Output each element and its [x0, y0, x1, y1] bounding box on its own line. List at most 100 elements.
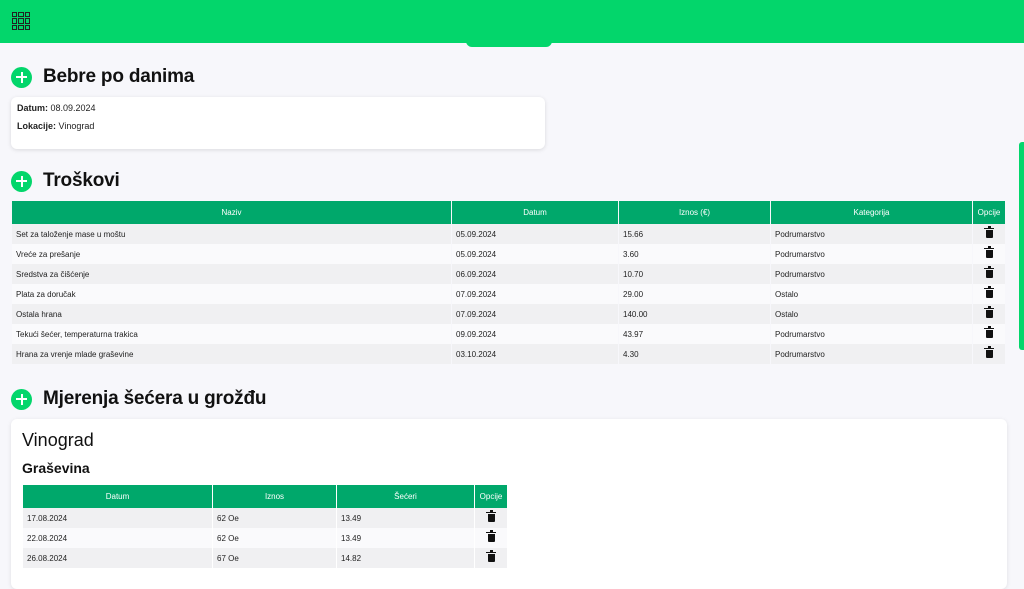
cell-datum: 03.10.2024	[452, 344, 618, 364]
section-title-troskovi: Troškovi	[43, 170, 120, 191]
cell-opcije	[973, 304, 1005, 324]
table-row: 17.08.2024 62 Oe 13.49	[23, 508, 507, 528]
variety-title: Graševina	[22, 460, 90, 476]
section-bebre-header: Bebre po danima	[11, 66, 194, 88]
cell-opcije	[973, 344, 1005, 364]
cell-opcije	[973, 324, 1005, 344]
datum-value: 08.09.2024	[50, 103, 96, 113]
info-row-lokacija: Lokacije: Vinograd	[17, 122, 539, 140]
section-mjerenja-header: Mjerenja šećera u grožđu	[11, 388, 266, 410]
col-iznos[interactable]: Iznos (€)	[619, 201, 770, 224]
cell-kategorija: Ostalo	[771, 304, 972, 324]
cell-datum: 06.09.2024	[452, 264, 618, 284]
cell-opcije	[475, 508, 507, 528]
add-mjerenje-button[interactable]	[11, 388, 32, 410]
cell-naziv: Ostala hrana	[12, 304, 451, 324]
table-row: 26.08.2024 67 Oe 14.82	[23, 548, 507, 568]
cell-kategorija: Podrumarstvo	[771, 244, 972, 264]
col-naziv[interactable]: Naziv	[12, 201, 451, 224]
cell-opcije	[475, 528, 507, 548]
cell-kategorija: Podrumarstvo	[771, 264, 972, 284]
datum-label: Datum:	[17, 103, 48, 113]
cell-opcije	[973, 244, 1005, 264]
cell-iznos: 62 Oe	[213, 528, 336, 548]
trash-icon[interactable]	[984, 326, 994, 338]
vineyard-title: Vinograd	[22, 430, 94, 450]
table-row: Tekući šećer, temperaturna trakica 09.09…	[12, 324, 1005, 344]
top-bar	[0, 0, 1024, 43]
trash-icon[interactable]	[984, 246, 994, 258]
cell-iznos: 3.60	[619, 244, 770, 264]
table-row: Set za taloženje mase u moštu 05.09.2024…	[12, 224, 1005, 244]
table-row: Plata za doručak 07.09.2024 29.00 Ostalo	[12, 284, 1005, 304]
table-row: 22.08.2024 62 Oe 13.49	[23, 528, 507, 548]
trash-icon[interactable]	[486, 530, 496, 542]
col-kategorija[interactable]: Kategorija	[771, 201, 972, 224]
cell-seceri: 13.49	[337, 508, 474, 528]
cell-kategorija: Podrumarstvo	[771, 324, 972, 344]
cell-datum: 26.08.2024	[23, 548, 212, 568]
costs-table: Naziv Datum Iznos (€) Kategorija Opcije …	[11, 201, 1006, 364]
col-seceri[interactable]: Šećeri	[337, 485, 474, 508]
scrollbar[interactable]	[1019, 142, 1024, 350]
cell-naziv: Set za taloženje mase u moštu	[12, 224, 451, 244]
cell-datum: 05.09.2024	[452, 224, 618, 244]
cell-opcije	[973, 284, 1005, 304]
table-row: Hrana za vrenje mlade graševine 03.10.20…	[12, 344, 1005, 364]
cell-iznos: 10.70	[619, 264, 770, 284]
col-opcije: Opcije	[973, 201, 1005, 224]
trash-icon[interactable]	[984, 306, 994, 318]
cell-datum: 17.08.2024	[23, 508, 212, 528]
cell-naziv: Plata za doručak	[12, 284, 451, 304]
section-title-mjerenja: Mjerenja šećera u grožđu	[43, 388, 267, 409]
cell-naziv: Tekući šećer, temperaturna trakica	[12, 324, 451, 344]
trash-icon[interactable]	[984, 346, 994, 358]
trash-icon[interactable]	[984, 226, 994, 238]
trash-icon[interactable]	[984, 286, 994, 298]
cell-datum: 07.09.2024	[452, 304, 618, 324]
col-iznos[interactable]: Iznos	[213, 485, 336, 508]
cell-naziv: Sredstva za čišćenje	[12, 264, 451, 284]
trash-icon[interactable]	[486, 510, 496, 522]
top-bar-tab[interactable]	[466, 40, 552, 47]
cell-opcije	[973, 264, 1005, 284]
trash-icon[interactable]	[984, 266, 994, 278]
col-opcije: Opcije	[475, 485, 507, 508]
measurements-header-row: Datum Iznos Šećeri Opcije	[23, 485, 507, 508]
cell-datum: 05.09.2024	[452, 244, 618, 264]
measurements-card: Vinograd Graševina Datum Iznos Šećeri Op…	[11, 419, 1007, 589]
cell-datum: 09.09.2024	[452, 324, 618, 344]
lokacija-value: Vinograd	[58, 121, 95, 131]
table-row: Vreće za prešanje 05.09.2024 3.60 Podrum…	[12, 244, 1005, 264]
cell-opcije	[475, 548, 507, 568]
cell-iznos: 29.00	[619, 284, 770, 304]
grid-icon[interactable]	[12, 12, 30, 30]
add-bebre-button[interactable]	[11, 66, 32, 88]
cell-iznos: 4.30	[619, 344, 770, 364]
cell-seceri: 13.49	[337, 528, 474, 548]
trash-icon[interactable]	[486, 550, 496, 562]
col-datum[interactable]: Datum	[23, 485, 212, 508]
cell-iznos: 62 Oe	[213, 508, 336, 528]
cell-iznos: 43.97	[619, 324, 770, 344]
section-title-bebre: Bebre po danima	[43, 66, 195, 87]
cell-kategorija: Podrumarstvo	[771, 344, 972, 364]
info-row-datum: Datum: 08.09.2024	[17, 104, 539, 122]
add-trosak-button[interactable]	[11, 170, 32, 192]
lokacija-label: Lokacije:	[17, 121, 57, 131]
cell-datum: 07.09.2024	[452, 284, 618, 304]
cell-iznos: 140.00	[619, 304, 770, 324]
cell-datum: 22.08.2024	[23, 528, 212, 548]
cell-opcije	[973, 224, 1005, 244]
costs-header-row: Naziv Datum Iznos (€) Kategorija Opcije	[12, 201, 1005, 224]
cell-kategorija: Ostalo	[771, 284, 972, 304]
cell-seceri: 14.82	[337, 548, 474, 568]
cell-iznos: 67 Oe	[213, 548, 336, 568]
cell-iznos: 15.66	[619, 224, 770, 244]
section-troskovi-header: Troškovi	[11, 170, 120, 192]
measurements-table: Datum Iznos Šećeri Opcije 17.08.2024 62 …	[22, 485, 508, 568]
col-datum[interactable]: Datum	[452, 201, 618, 224]
table-row: Ostala hrana 07.09.2024 140.00 Ostalo	[12, 304, 1005, 324]
table-row: Sredstva za čišćenje 06.09.2024 10.70 Po…	[12, 264, 1005, 284]
cell-naziv: Hrana za vrenje mlade graševine	[12, 344, 451, 364]
